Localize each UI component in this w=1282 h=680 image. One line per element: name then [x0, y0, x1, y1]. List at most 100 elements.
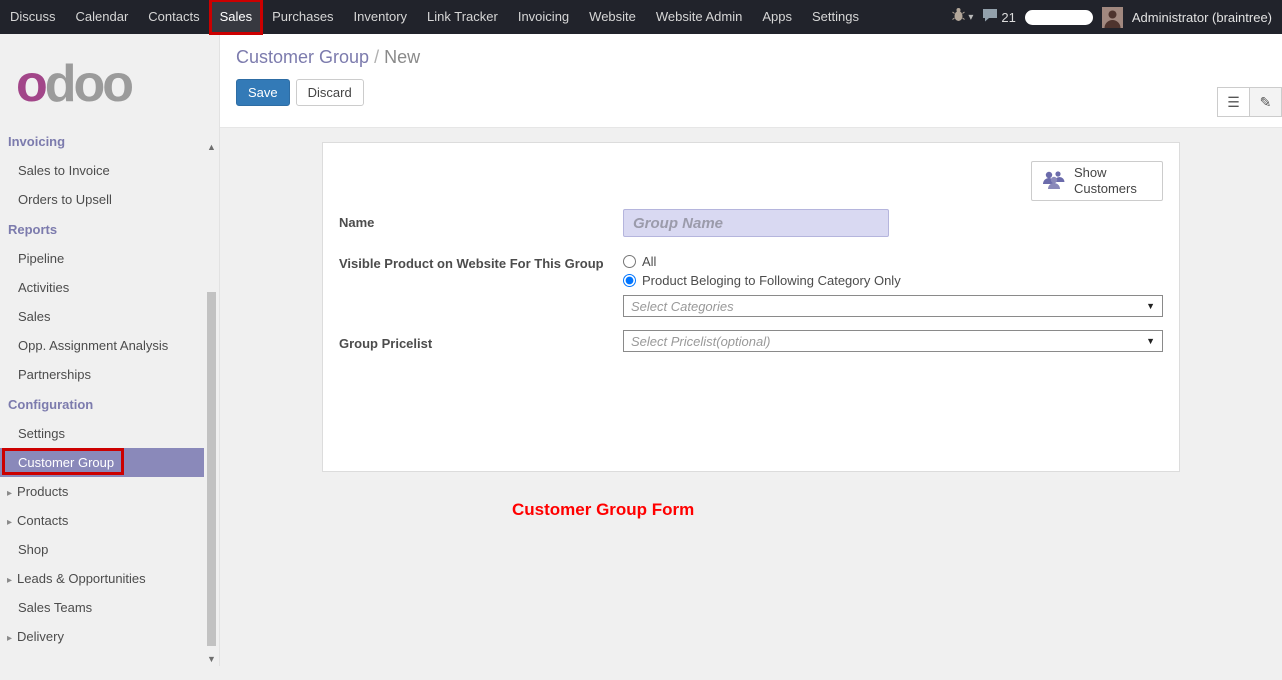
form-sheet: Show Customers Name Visible Product on W… [322, 142, 1180, 472]
menu-settings[interactable]: Settings [802, 0, 869, 34]
sidebar-item-orders-to-upsell[interactable]: Orders to Upsell [0, 185, 204, 214]
sidebar-item-contacts-label: Contacts [17, 513, 68, 528]
sidebar-item-products-label: Products [17, 484, 68, 499]
save-button[interactable]: Save [236, 79, 290, 106]
topbar: Discuss Calendar Contacts Sales Purchase… [0, 0, 1282, 34]
menu-sales[interactable]: Sales [210, 0, 263, 34]
sidebar-item-shop[interactable]: Shop [0, 535, 204, 564]
sidebar-item-customer-group-label: Customer Group [18, 455, 114, 470]
sidebar-item-leads-label: Leads & Opportunities [17, 571, 146, 586]
debug-menu-button[interactable]: ▾ [952, 7, 973, 27]
radio-category-input[interactable] [623, 274, 636, 287]
breadcrumb-current: New [384, 47, 420, 67]
menu-website[interactable]: Website [579, 0, 646, 34]
topbar-pill-widget[interactable] [1025, 10, 1093, 25]
pricelist-field: Select Pricelist(optional) ▼ [623, 330, 1163, 352]
name-field [623, 209, 1163, 237]
scrollbar-thumb[interactable] [207, 292, 216, 646]
radio-all-label: All [642, 254, 656, 269]
radio-category-label: Product Beloging to Following Category O… [642, 273, 901, 288]
list-icon: ☰ [1227, 94, 1240, 111]
sidebar-heading-reports: Reports [0, 214, 219, 244]
sidebar: odoo Invoicing Sales to Invoice Orders t… [0, 34, 220, 666]
sidebar-item-activities[interactable]: Activities [0, 273, 204, 302]
user-avatar[interactable] [1102, 7, 1123, 28]
radio-all-input[interactable] [623, 255, 636, 268]
pricelist-select-value: Select Pricelist(optional) [631, 334, 770, 349]
sidebar-heading-invoicing: Invoicing [0, 126, 219, 156]
pricelist-label: Group Pricelist [339, 330, 623, 352]
menu-contacts[interactable]: Contacts [138, 0, 209, 34]
menu-purchases[interactable]: Purchases [262, 0, 343, 34]
caret-down-icon: ▾ [968, 12, 973, 23]
sidebar-item-products[interactable]: ▸ Products [0, 477, 204, 506]
messages-button[interactable]: 21 [982, 8, 1015, 27]
sidebar-item-sales-teams[interactable]: Sales Teams [0, 593, 204, 622]
list-view-button[interactable]: ☰ [1217, 87, 1250, 117]
form-rows: Name Visible Product on Website For This… [339, 209, 1163, 352]
visibility-field: All Product Beloging to Following Catego… [623, 250, 1163, 317]
control-panel-buttons: Save Discard [220, 68, 1282, 106]
chat-bubble-icon [982, 8, 998, 27]
show-customers-label: Show Customers [1074, 165, 1146, 198]
radio-option-category[interactable]: Product Beloging to Following Category O… [623, 273, 1163, 288]
breadcrumb: Customer Group/New [220, 34, 1282, 68]
sidebar-item-partnerships[interactable]: Partnerships [0, 360, 204, 389]
categories-select[interactable]: Select Categories ▼ [623, 295, 1163, 317]
sidebar-item-opp-assignment-analysis[interactable]: Opp. Assignment Analysis [0, 331, 204, 360]
odoo-logo: odoo [0, 34, 219, 126]
expand-arrow-icon: ▸ [7, 633, 12, 644]
expand-arrow-icon: ▸ [7, 517, 12, 528]
menu-discuss[interactable]: Discuss [0, 0, 66, 34]
visibility-radio-group: All Product Beloging to Following Catego… [623, 250, 1163, 288]
sidebar-item-settings[interactable]: Settings [0, 419, 204, 448]
menu-calendar[interactable]: Calendar [66, 0, 139, 34]
customers-group-icon [1041, 169, 1067, 194]
group-name-input[interactable] [623, 209, 889, 237]
user-menu[interactable]: Administrator (braintree) [1132, 10, 1272, 25]
main-area: Customer Group/New Save Discard ☰ ✎ [220, 34, 1282, 666]
name-row: Name [339, 209, 1163, 237]
radio-option-all[interactable]: All [623, 254, 1163, 269]
sidebar-item-contacts[interactable]: ▸ Contacts [0, 506, 204, 535]
expand-arrow-icon: ▸ [7, 488, 12, 499]
sidebar-heading-configuration: Configuration [0, 389, 219, 419]
visibility-row: Visible Product on Website For This Grou… [339, 250, 1163, 317]
menu-invoicing[interactable]: Invoicing [508, 0, 579, 34]
content-area: Show Customers Name Visible Product on W… [220, 142, 1282, 680]
edit-form-icon: ✎ [1260, 94, 1272, 111]
topbar-right: ▾ 21 Administrator (braintree) [952, 0, 1282, 34]
sidebar-item-sales-to-invoice[interactable]: Sales to Invoice [0, 156, 204, 185]
scroll-down-icon[interactable]: ▼ [205, 654, 218, 664]
menu-website-admin[interactable]: Website Admin [646, 0, 752, 34]
sidebar-item-sales[interactable]: Sales [0, 302, 204, 331]
breadcrumb-parent-link[interactable]: Customer Group [236, 47, 369, 67]
scroll-up-icon[interactable]: ▲ [205, 142, 218, 152]
sidebar-item-delivery-label: Delivery [17, 629, 64, 644]
menu-apps[interactable]: Apps [752, 0, 802, 34]
name-label: Name [339, 209, 623, 237]
sidebar-item-delivery[interactable]: ▸ Delivery [0, 622, 204, 651]
menu-inventory[interactable]: Inventory [344, 0, 417, 34]
caret-down-icon: ▼ [1146, 336, 1155, 346]
menu-link-tracker[interactable]: Link Tracker [417, 0, 508, 34]
visibility-label: Visible Product on Website For This Grou… [339, 250, 623, 317]
pricelist-row: Group Pricelist Select Pricelist(optiona… [339, 330, 1163, 352]
logo-rest: doo [45, 55, 131, 113]
sidebar-item-customer-group[interactable]: Customer Group [0, 448, 204, 477]
pricelist-select[interactable]: Select Pricelist(optional) ▼ [623, 330, 1163, 352]
discard-button[interactable]: Discard [296, 79, 364, 106]
sidebar-scrollbar[interactable]: ▲ ▼ [205, 142, 218, 666]
breadcrumb-separator: / [369, 47, 384, 67]
annotation-caption: Customer Group Form [512, 500, 694, 520]
bug-icon [952, 7, 965, 27]
form-view-button[interactable]: ✎ [1249, 87, 1282, 117]
logo-first-letter: o [16, 55, 45, 113]
show-customers-button[interactable]: Show Customers [1031, 161, 1163, 201]
view-switcher: ☰ ✎ [1218, 87, 1282, 117]
caret-down-icon: ▼ [1146, 301, 1155, 311]
sidebar-item-leads-opportunities[interactable]: ▸ Leads & Opportunities [0, 564, 204, 593]
expand-arrow-icon: ▸ [7, 575, 12, 586]
sidebar-item-pipeline[interactable]: Pipeline [0, 244, 204, 273]
categories-select-value: Select Categories [631, 299, 734, 314]
